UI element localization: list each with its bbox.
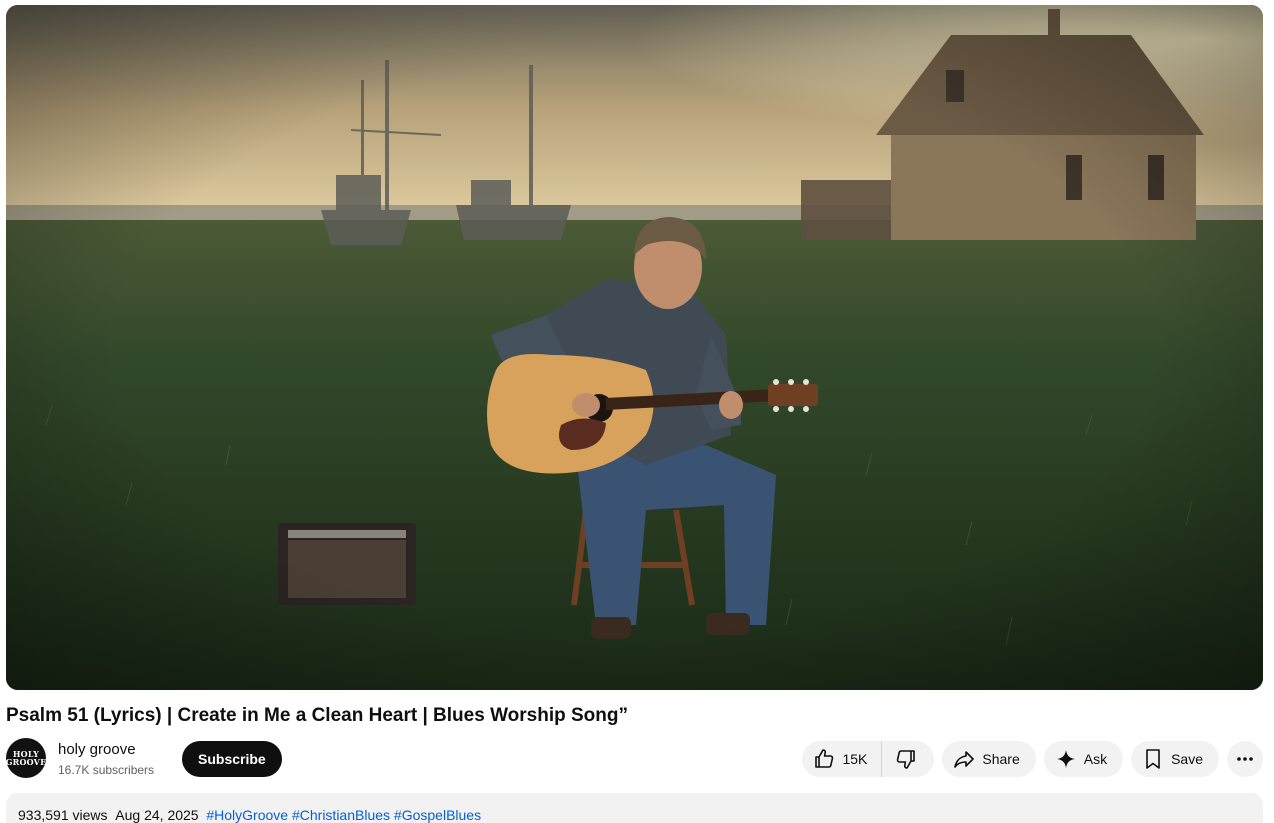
avatar-text-bottom: GROOVE: [5, 757, 47, 767]
hashtag-link[interactable]: #GospelBlues: [394, 807, 481, 823]
ask-label: Ask: [1083, 751, 1108, 767]
like-button[interactable]: 15K: [802, 741, 883, 777]
dislike-button[interactable]: [882, 741, 934, 777]
bookmark-icon: [1146, 749, 1160, 769]
sparkle-icon: [1056, 750, 1075, 768]
ask-button[interactable]: Ask: [1043, 741, 1124, 777]
more-actions-button[interactable]: [1227, 741, 1263, 777]
thumbs-up-icon: [815, 749, 834, 768]
description-meta-line: 933,591 views Aug 24, 2025 #HolyGroove #…: [18, 806, 481, 823]
save-label: Save: [1171, 751, 1203, 767]
view-count: 933,591 views: [18, 807, 108, 823]
subscribe-button[interactable]: Subscribe: [182, 741, 282, 777]
hashtag-link[interactable]: #ChristianBlues: [292, 807, 390, 823]
channel-row: HOLY GROOVE holy groove 16.7K subscriber…: [6, 736, 1263, 780]
action-bar: 15K Share Ask Save: [802, 741, 1263, 777]
thumbs-down-icon: [897, 750, 916, 769]
save-button[interactable]: Save: [1131, 741, 1219, 777]
share-arrow-icon: [954, 751, 975, 768]
like-count: 15K: [842, 751, 868, 767]
share-label: Share: [982, 751, 1020, 767]
upload-date: Aug 24, 2025: [115, 807, 199, 823]
share-button[interactable]: Share: [942, 741, 1036, 777]
hashtag-link[interactable]: #HolyGroove: [206, 807, 288, 823]
channel-avatar[interactable]: HOLY GROOVE: [6, 738, 46, 778]
description-box[interactable]: 933,591 views Aug 24, 2025 #HolyGroove #…: [6, 793, 1263, 823]
video-player[interactable]: [6, 5, 1263, 690]
video-watch-page: Psalm 51 (Lyrics) | Create in Me a Clean…: [0, 0, 1274, 823]
subscriber-count: 16.7K subscribers: [58, 763, 155, 777]
video-title: Psalm 51 (Lyrics) | Create in Me a Clean…: [6, 705, 628, 726]
video-frame-image: [6, 5, 1263, 690]
channel-name[interactable]: holy groove: [58, 740, 136, 760]
more-horizontal-icon: [1237, 757, 1253, 761]
like-dislike-group: 15K: [802, 741, 935, 777]
